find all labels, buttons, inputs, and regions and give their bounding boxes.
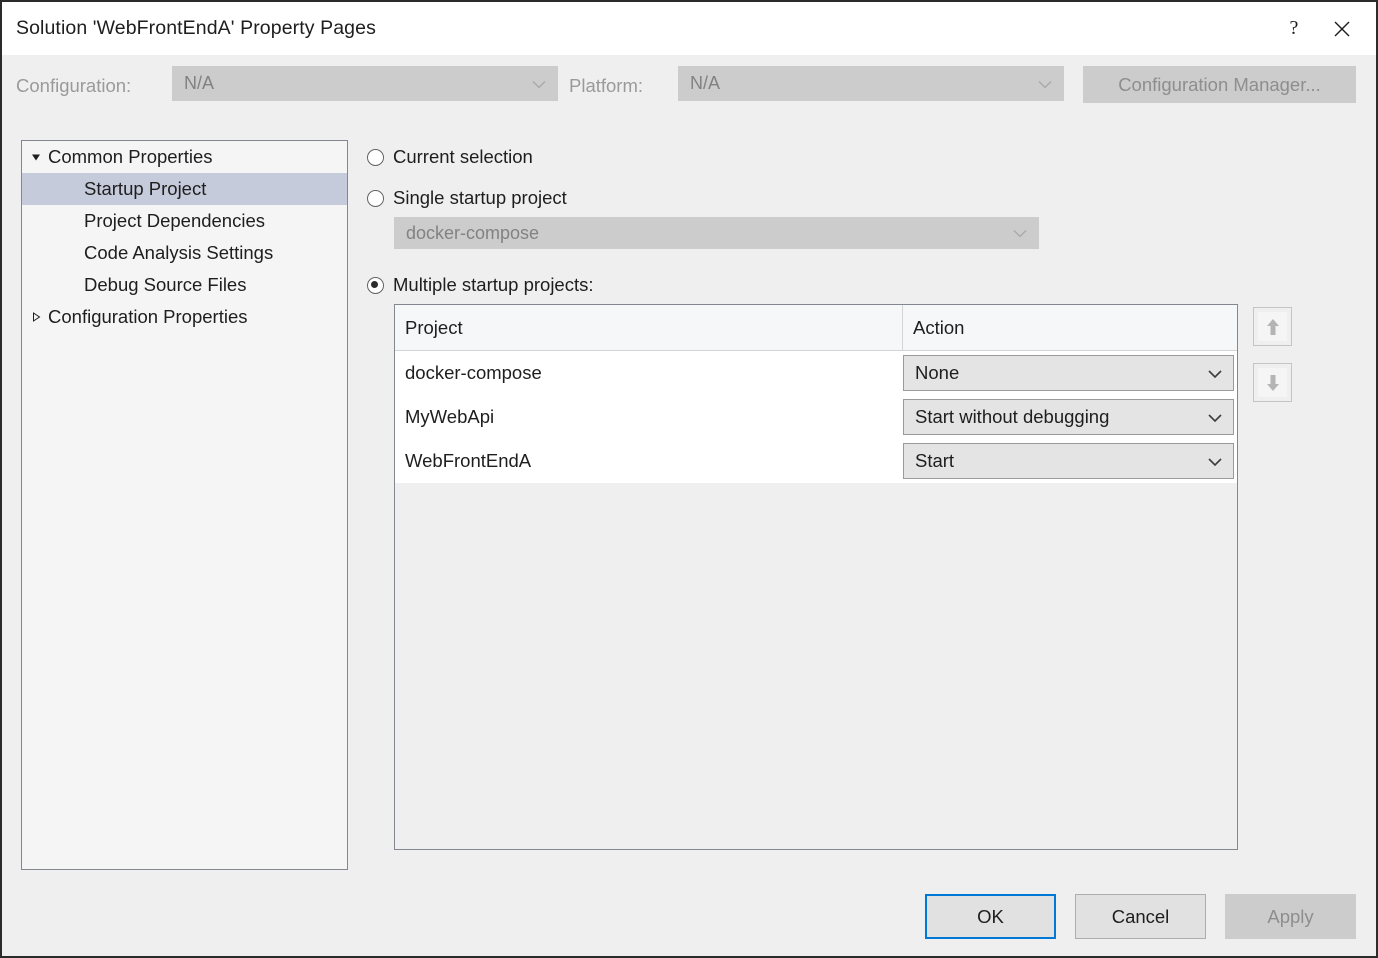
apply-button-label: Apply: [1267, 906, 1313, 928]
startup-projects-grid: Project Action docker-compose None MyWebAp…: [394, 304, 1238, 850]
tree-item-startup-project[interactable]: Startup Project: [22, 173, 347, 205]
move-down-button-inner: [1258, 368, 1287, 397]
configuration-bar: Configuration: N/A Platform: N/A Configu…: [2, 55, 1376, 128]
radio-current-selection-label: Current selection: [393, 146, 533, 168]
platform-label: Platform:: [569, 75, 643, 97]
chevron-down-icon: [1208, 362, 1222, 384]
configuration-combobox[interactable]: N/A: [172, 66, 558, 101]
action-value: None: [915, 362, 959, 384]
action-combobox[interactable]: Start without debugging: [903, 399, 1234, 435]
tree-item-label: Startup Project: [84, 178, 206, 200]
tree-item-debug-source-files[interactable]: Debug Source Files: [22, 269, 347, 301]
tree-item-label: Code Analysis Settings: [84, 242, 273, 264]
platform-value: N/A: [690, 73, 720, 94]
tree-item-label: Configuration Properties: [48, 306, 248, 328]
grid-header-row: Project Action: [395, 305, 1237, 351]
action-combobox[interactable]: None: [903, 355, 1234, 391]
action-value: Start: [915, 450, 954, 472]
tree-item-label: Debug Source Files: [84, 274, 246, 296]
close-icon: [1332, 19, 1352, 39]
ok-button[interactable]: OK: [925, 894, 1056, 939]
radio-multiple-startup-projects[interactable]: Multiple startup projects:: [367, 274, 594, 296]
cell-project: WebFrontEndA: [395, 450, 903, 472]
grid-row[interactable]: MyWebApi Start without debugging: [395, 395, 1237, 439]
action-value: Start without debugging: [915, 406, 1109, 428]
cancel-button-label: Cancel: [1112, 906, 1170, 928]
grid-row[interactable]: docker-compose None: [395, 351, 1237, 395]
property-pages-dialog: Solution 'WebFrontEndA' Property Pages ?…: [0, 0, 1378, 958]
configuration-value: N/A: [184, 73, 214, 94]
arrow-up-icon: [1264, 317, 1282, 337]
help-button[interactable]: ?: [1270, 2, 1318, 55]
grid-row[interactable]: WebFrontEndA Start: [395, 439, 1237, 483]
column-header-project[interactable]: Project: [395, 305, 903, 350]
action-combobox[interactable]: Start: [903, 443, 1234, 479]
configuration-manager-label: Configuration Manager...: [1118, 74, 1321, 96]
properties-tree[interactable]: Common Properties Startup Project Project …: [21, 140, 348, 870]
ok-button-label: OK: [977, 906, 1004, 928]
chevron-down-icon: [1208, 406, 1222, 428]
move-down-button[interactable]: [1253, 363, 1292, 402]
move-up-button-inner: [1258, 312, 1287, 341]
arrow-down-icon: [1264, 373, 1282, 393]
single-startup-project-value: docker-compose: [406, 223, 539, 244]
expander-expanded-icon[interactable]: [30, 151, 48, 163]
configuration-label: Configuration:: [16, 75, 131, 97]
radio-current-selection[interactable]: Current selection: [367, 146, 533, 168]
apply-button[interactable]: Apply: [1225, 894, 1356, 939]
radio-single-startup-project[interactable]: Single startup project: [367, 187, 567, 209]
tree-item-code-analysis-settings[interactable]: Code Analysis Settings: [22, 237, 347, 269]
grid-body: docker-compose None MyWebApi Start without …: [395, 351, 1237, 483]
configuration-manager-button[interactable]: Configuration Manager...: [1083, 66, 1356, 103]
chevron-down-icon: [1208, 450, 1222, 472]
cell-action: Start: [903, 443, 1237, 479]
radio-multiple-startup-projects-label: Multiple startup projects:: [393, 274, 594, 296]
column-header-action[interactable]: Action: [903, 305, 1237, 350]
radio-indicator: [367, 149, 384, 166]
chevron-down-icon: [532, 73, 546, 94]
tree-item-common-properties[interactable]: Common Properties: [22, 141, 347, 173]
title-bar: Solution 'WebFrontEndA' Property Pages ?: [2, 2, 1376, 55]
tree-item-label: Project Dependencies: [84, 210, 265, 232]
grid-empty-area: [395, 483, 1237, 850]
tree-item-configuration-properties[interactable]: Configuration Properties: [22, 301, 347, 333]
cell-project: MyWebApi: [395, 406, 903, 428]
cancel-button[interactable]: Cancel: [1075, 894, 1206, 939]
cell-action: Start without debugging: [903, 399, 1237, 435]
expander-collapsed-icon[interactable]: [30, 311, 48, 323]
radio-indicator: [367, 190, 384, 207]
cell-project: docker-compose: [395, 362, 903, 384]
tree-item-project-dependencies[interactable]: Project Dependencies: [22, 205, 347, 237]
radio-single-startup-project-label: Single startup project: [393, 187, 567, 209]
move-up-button[interactable]: [1253, 307, 1292, 346]
tree-item-label: Common Properties: [48, 146, 213, 168]
radio-indicator: [367, 277, 384, 294]
platform-combobox[interactable]: N/A: [678, 66, 1064, 101]
close-button[interactable]: [1318, 2, 1366, 55]
question-mark-icon: ?: [1290, 17, 1299, 40]
cell-action: None: [903, 355, 1237, 391]
dialog-title: Solution 'WebFrontEndA' Property Pages: [16, 17, 376, 40]
chevron-down-icon: [1013, 223, 1027, 244]
chevron-down-icon: [1038, 73, 1052, 94]
single-startup-project-combobox[interactable]: docker-compose: [394, 217, 1039, 249]
